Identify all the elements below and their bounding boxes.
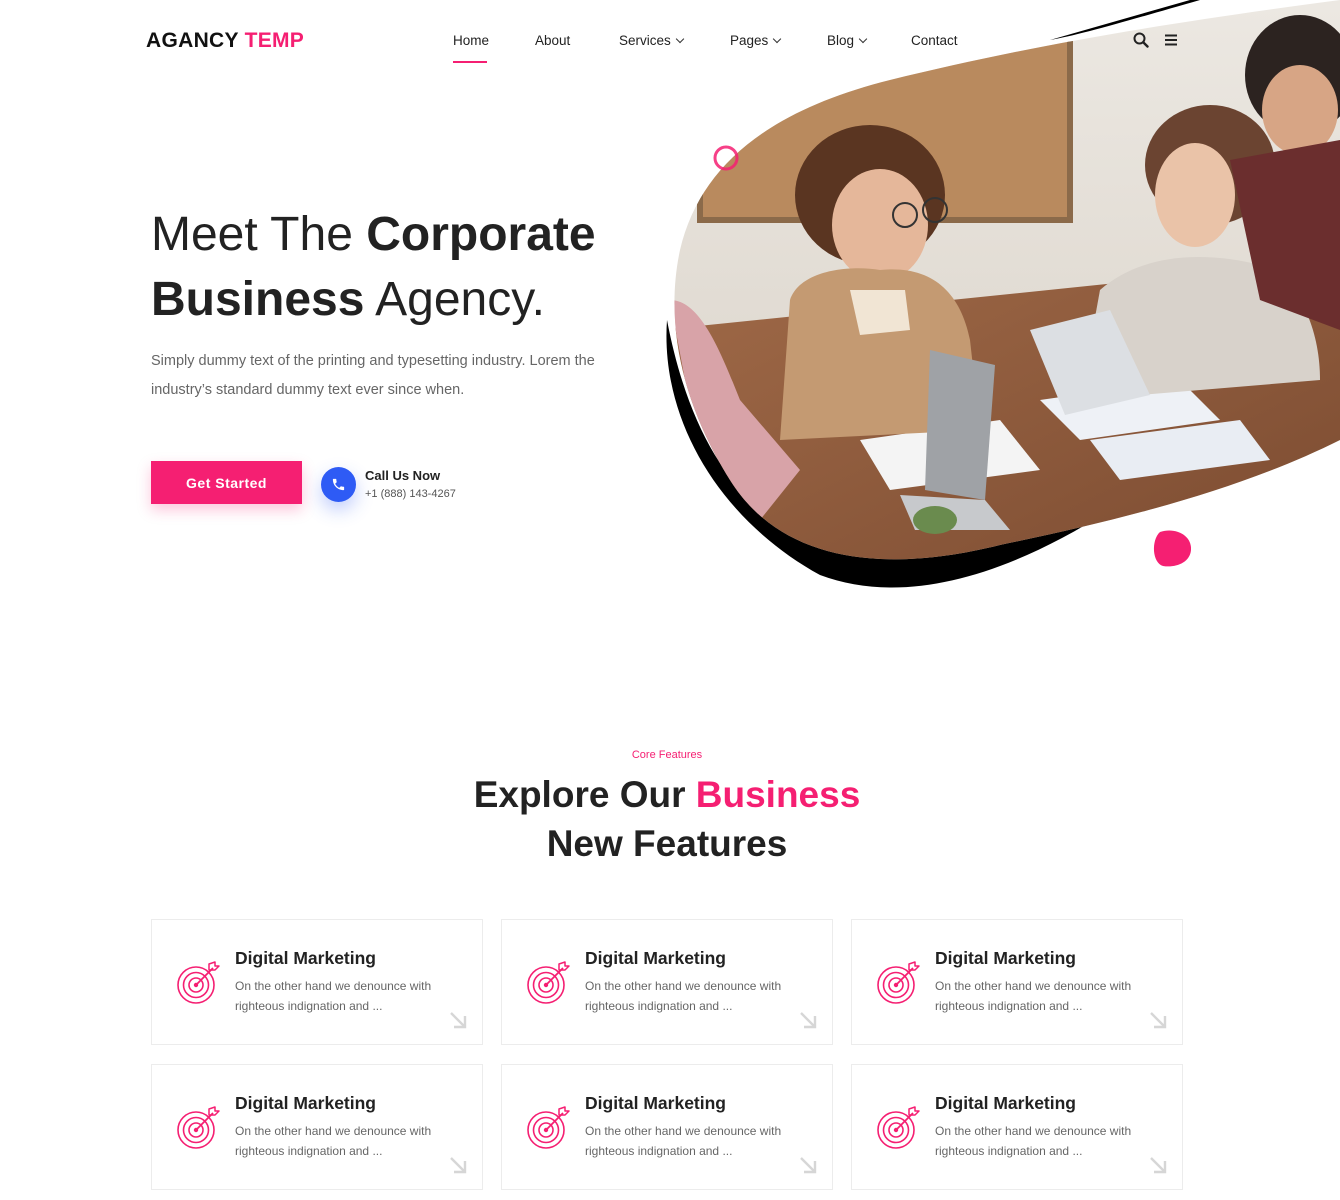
logo-main: AGANCY bbox=[146, 29, 239, 52]
hero-title-bold: Corporate bbox=[366, 208, 596, 261]
black-swoosh-shape bbox=[666, 320, 1110, 588]
feature-card-text: On the other hand we denounce with right… bbox=[235, 979, 432, 1013]
hero-title-bold: Business bbox=[151, 273, 365, 326]
feature-card[interactable]: Digital Marketing On the other hand we de… bbox=[501, 1064, 833, 1190]
feature-card[interactable]: Digital Marketing On the other hand we de… bbox=[851, 919, 1183, 1045]
hero-description: Simply dummy text of the printing and ty… bbox=[151, 353, 595, 398]
nav-item-label: Contact bbox=[911, 33, 958, 48]
target-icon bbox=[527, 961, 570, 1004]
section-title-accent: Business bbox=[695, 774, 861, 815]
feature-card[interactable]: Digital Marketing On the other hand we de… bbox=[151, 1064, 483, 1190]
decor-ring-shape bbox=[713, 145, 739, 171]
feature-card[interactable]: Digital Marketing On the other hand we de… bbox=[501, 919, 833, 1045]
target-icon bbox=[877, 961, 920, 1004]
arrow-down-right-icon[interactable] bbox=[798, 1010, 818, 1030]
call-title: Call Us Now bbox=[365, 468, 441, 483]
nav-item-about[interactable]: About bbox=[535, 33, 570, 48]
feature-card-title: Digital Marketing bbox=[585, 948, 726, 968]
feature-card-text: On the other hand we denounce with right… bbox=[935, 1124, 1132, 1158]
call-phone-number[interactable]: +1 (888) 143-4267 bbox=[365, 488, 456, 500]
nav-item-label: Home bbox=[453, 33, 490, 48]
feature-card-title: Digital Marketing bbox=[235, 948, 376, 968]
section-title-part: New Features bbox=[546, 823, 788, 864]
arrow-down-right-icon[interactable] bbox=[798, 1155, 818, 1175]
chevron-down-icon bbox=[675, 34, 685, 44]
hero-title-part: Meet The bbox=[151, 208, 353, 261]
nav-item-label: Services bbox=[619, 33, 671, 48]
feature-card-text: On the other hand we denounce with right… bbox=[585, 979, 782, 1013]
target-icon bbox=[877, 1106, 920, 1149]
feature-card-title: Digital Marketing bbox=[235, 1093, 376, 1113]
menu-icon[interactable] bbox=[1163, 32, 1179, 48]
section-title: Explore Our Business New Features bbox=[0, 770, 1334, 868]
hero-title: Meet The Corporate Business Agency. bbox=[151, 202, 671, 332]
logo-accent: TEMP bbox=[244, 29, 305, 52]
feature-card-text: On the other hand we denounce with right… bbox=[935, 979, 1132, 1013]
nav-active-indicator bbox=[453, 61, 487, 63]
get-started-button[interactable]: Get Started bbox=[151, 461, 302, 504]
call-button[interactable] bbox=[321, 467, 356, 502]
arrow-down-right-icon[interactable] bbox=[1148, 1010, 1168, 1030]
nav-item-pages[interactable]: Pages bbox=[730, 33, 782, 48]
search-icon[interactable] bbox=[1133, 32, 1149, 48]
nav-item-label: About bbox=[535, 33, 571, 48]
decor-pink-blob-shape bbox=[1153, 530, 1192, 567]
feature-card-title: Digital Marketing bbox=[935, 948, 1076, 968]
arrow-down-right-icon[interactable] bbox=[448, 1155, 468, 1175]
target-icon bbox=[177, 1106, 220, 1149]
nav-item-home[interactable]: Home bbox=[453, 33, 489, 48]
office-photo bbox=[674, 0, 1340, 560]
target-icon bbox=[177, 961, 220, 1004]
feature-card-title: Digital Marketing bbox=[935, 1093, 1076, 1113]
nav-item-contact[interactable]: Contact bbox=[911, 33, 958, 48]
target-icon bbox=[527, 1106, 570, 1149]
nav-item-blog[interactable]: Blog bbox=[827, 33, 868, 48]
feature-card[interactable]: Digital Marketing On the other hand we de… bbox=[851, 1064, 1183, 1190]
logo[interactable]: AGANCY TEMP bbox=[146, 29, 304, 53]
feature-card[interactable]: Digital Marketing On the other hand we de… bbox=[151, 919, 483, 1045]
hero-title-part: Agency. bbox=[375, 273, 545, 326]
section-label: Core Features bbox=[631, 749, 703, 761]
chevron-down-icon bbox=[773, 34, 782, 44]
nav-item-label: Blog bbox=[827, 33, 855, 48]
nav-item-services[interactable]: Services bbox=[619, 33, 685, 48]
feature-card-text: On the other hand we denounce with right… bbox=[585, 1124, 782, 1158]
nav-item-label: Pages bbox=[730, 33, 769, 48]
feature-card-title: Digital Marketing bbox=[585, 1093, 726, 1113]
chevron-down-icon bbox=[858, 34, 868, 44]
arrow-down-right-icon[interactable] bbox=[448, 1010, 468, 1030]
section-title-part: Explore Our bbox=[473, 774, 686, 815]
feature-card-text: On the other hand we denounce with right… bbox=[235, 1124, 432, 1158]
phone-icon bbox=[332, 478, 345, 491]
arrow-down-right-icon[interactable] bbox=[1148, 1155, 1168, 1175]
